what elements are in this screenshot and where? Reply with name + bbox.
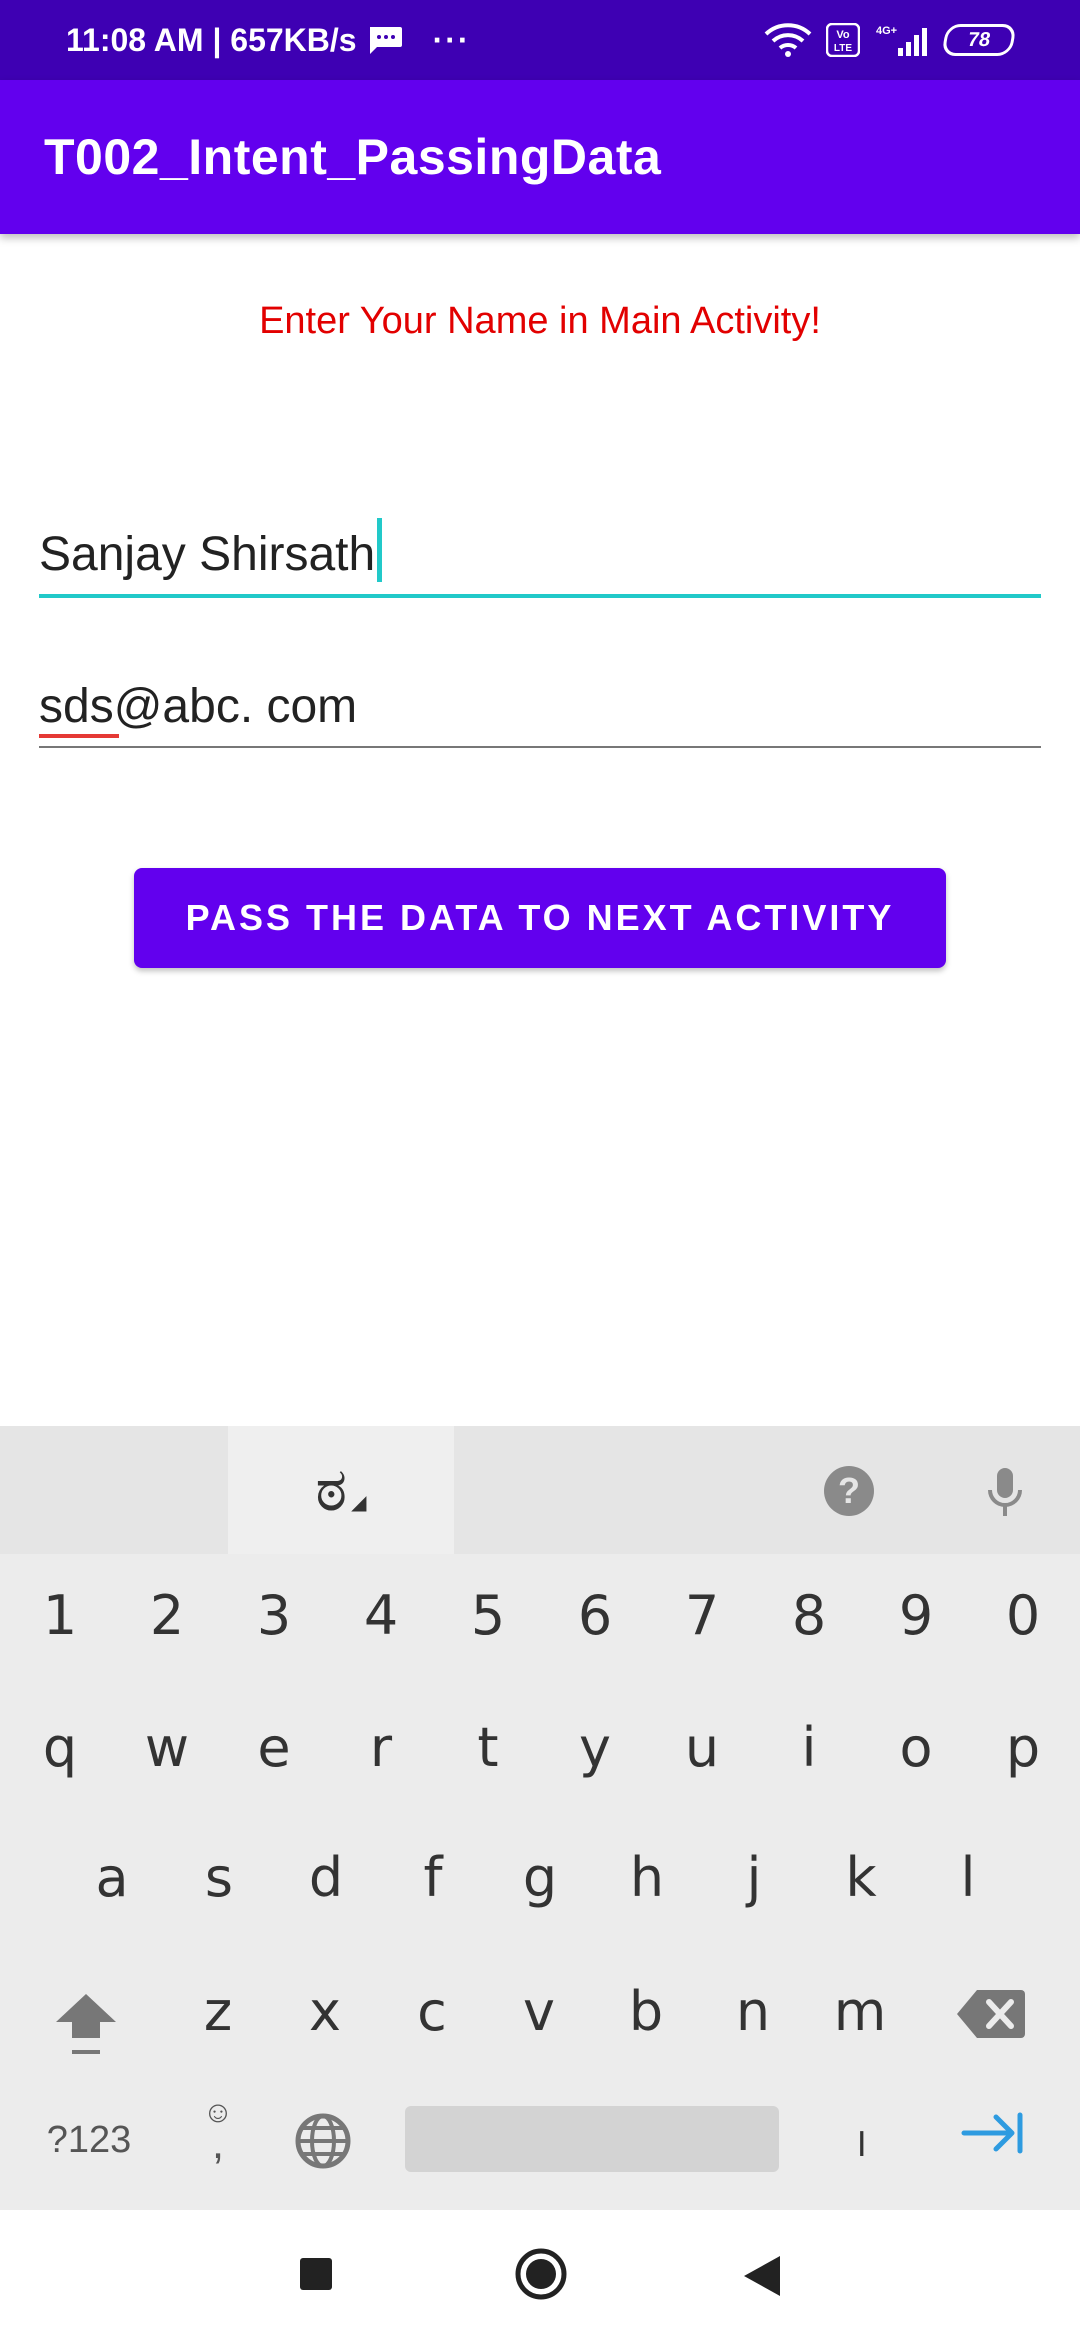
key-row3-3[interactable]: v [489, 1956, 589, 2066]
key-number_row-9[interactable]: 0 [973, 1560, 1073, 1670]
key-row1-2[interactable]: e [224, 1692, 324, 1802]
navigation-bar [0, 2210, 1080, 2340]
comma-label: , [211, 2119, 225, 2168]
key-row2-3[interactable]: f [383, 1822, 483, 1932]
next-field-icon[interactable] [960, 2108, 1026, 2158]
key-row3-5[interactable]: n [703, 1956, 803, 2066]
home-button[interactable] [514, 2247, 568, 2301]
volte-icon: Vo LTE [826, 23, 860, 57]
key-number_row-5[interactable]: 6 [545, 1560, 645, 1670]
key-row2-8[interactable]: l [918, 1822, 1018, 1932]
name-field-value: Sanjay Shirsath [39, 528, 376, 581]
key-row3-1[interactable]: x [275, 1956, 375, 2066]
key-row1-1[interactable]: w [117, 1692, 217, 1802]
svg-text:4G+: 4G+ [876, 25, 897, 37]
message-icon [369, 27, 402, 54]
backspace-icon[interactable] [955, 1986, 1027, 2042]
svg-text:Vo: Vo [836, 29, 850, 41]
back-button[interactable] [742, 2254, 782, 2298]
key-row1-6[interactable]: u [652, 1692, 752, 1802]
key-row3-2[interactable]: c [382, 1956, 482, 2066]
key-row3-4[interactable]: b [596, 1956, 696, 2066]
space-bar[interactable] [405, 2106, 779, 2172]
email-field-value: sds@abc. com [39, 680, 358, 733]
key-row2-6[interactable]: j [704, 1822, 804, 1932]
key-number_row-6[interactable]: 7 [652, 1560, 752, 1670]
microphone-icon[interactable] [980, 1462, 1030, 1522]
key-row2-0[interactable]: a [62, 1822, 162, 1932]
globe-icon[interactable] [294, 2112, 352, 2170]
key-row2-1[interactable]: s [169, 1822, 269, 1932]
pass-data-button[interactable]: PASS THE DATA TO NEXT ACTIVITY [134, 868, 946, 968]
svg-text:LTE: LTE [834, 43, 852, 54]
key-number_row-0[interactable]: 1 [10, 1560, 110, 1670]
keyboard-toolbar: ಠ ◢ ? [0, 1426, 1080, 1554]
battery-icon: 78 [941, 24, 1017, 56]
symbols-key[interactable]: ?123 [34, 2108, 144, 2172]
key-row1-9[interactable]: p [973, 1692, 1073, 1802]
prompt-text: Enter Your Name in Main Activity! [259, 300, 821, 342]
app-bar: T002_Intent_PassingData [0, 80, 1080, 234]
status-time-speed: 11:08 AM | 657KB/s [66, 21, 357, 58]
key-row1-4[interactable]: t [438, 1692, 538, 1802]
language-glyph: ಠ [315, 1456, 348, 1523]
key-row1-7[interactable]: i [759, 1692, 859, 1802]
keyboard: ಠ ◢ ? [0, 1426, 1080, 2210]
signal-icon: 4G+ [876, 25, 927, 56]
email-field[interactable]: sds@abc. com [39, 668, 1041, 748]
app-title: T002_Intent_PassingData [44, 129, 662, 185]
key-number_row-1[interactable]: 2 [117, 1560, 217, 1670]
key-number_row-4[interactable]: 5 [438, 1560, 538, 1670]
key-row2-5[interactable]: h [597, 1822, 697, 1932]
key-row2-4[interactable]: g [490, 1822, 590, 1932]
text-cursor [377, 518, 383, 582]
key-row1-5[interactable]: y [545, 1692, 645, 1802]
status-left: 11:08 AM | 657KB/s ··· [66, 0, 471, 80]
battery-level: 78 [966, 28, 993, 51]
spellcheck-underline [39, 734, 119, 738]
more-notifications-icon: ··· [432, 21, 471, 58]
key-number_row-7[interactable]: 8 [759, 1560, 859, 1670]
recent-apps-button[interactable] [300, 2258, 332, 2290]
key-row3-6[interactable]: m [810, 1956, 910, 2066]
shift-icon[interactable] [50, 1988, 122, 2060]
key-row2-7[interactable]: k [811, 1822, 911, 1932]
key-number_row-3[interactable]: 4 [331, 1560, 431, 1670]
period-key[interactable]: । [830, 2108, 890, 2172]
language-switch-button[interactable]: ಠ ◢ [228, 1426, 454, 1554]
key-row3-0[interactable]: z [168, 1956, 268, 2066]
name-field[interactable]: Sanjay Shirsath [39, 518, 1041, 598]
key-number_row-8[interactable]: 9 [866, 1560, 966, 1670]
status-right: Vo LTE 4G+ 78 [764, 0, 1017, 80]
key-row2-2[interactable]: d [276, 1822, 376, 1932]
status-bar: 11:08 AM | 657KB/s ··· Vo LTE 4G+ 78 [0, 0, 1080, 80]
key-number_row-2[interactable]: 3 [224, 1560, 324, 1670]
emoji-comma-key[interactable]: ☺ , [196, 2096, 240, 2180]
language-dropdown-icon: ◢ [351, 1491, 367, 1514]
key-row1-3[interactable]: r [331, 1692, 431, 1802]
key-row1-8[interactable]: o [866, 1692, 966, 1802]
key-row1-0[interactable]: q [10, 1692, 110, 1802]
help-icon[interactable]: ? [824, 1466, 874, 1516]
wifi-icon [764, 23, 812, 57]
